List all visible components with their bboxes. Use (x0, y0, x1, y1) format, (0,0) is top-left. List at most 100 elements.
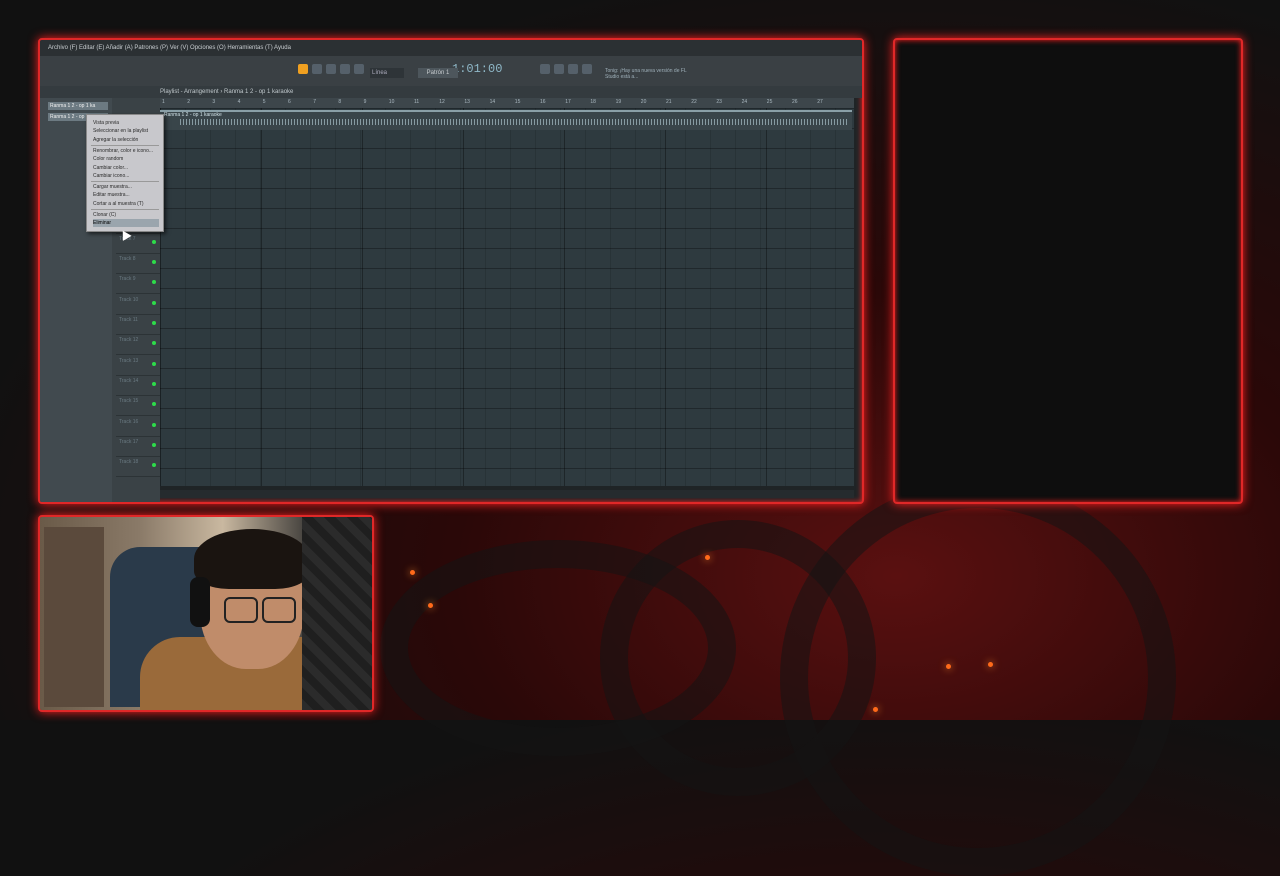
ruler-bar-number: 21 (666, 99, 672, 105)
track-header[interactable]: Track 17 (116, 437, 160, 457)
ruler-bar-number: 11 (414, 99, 420, 105)
track-header[interactable]: Track 12 (116, 335, 160, 356)
track-enable-led[interactable] (152, 260, 156, 265)
track-enable-led[interactable] (152, 239, 156, 244)
track-enable-led[interactable] (152, 381, 156, 386)
browser-icon[interactable] (582, 64, 592, 74)
ruler-bar-number: 20 (640, 99, 647, 105)
piano-roll-icon[interactable] (568, 64, 578, 74)
track-label: Track 8 (119, 256, 136, 263)
ember-particle (988, 662, 993, 667)
stop-button[interactable] (326, 64, 336, 74)
context-menu-item[interactable]: Clonar (C) (93, 211, 159, 219)
context-menu-item[interactable]: Cambiar color... (93, 164, 159, 172)
track-enable-led[interactable] (152, 361, 156, 366)
ruler-bar-number: 25 (766, 99, 773, 105)
ruler-bar-number: 24 (741, 99, 748, 105)
track-enable-led[interactable] (152, 300, 156, 305)
ruler-bar-number: 7 (313, 99, 316, 105)
person-hair (194, 529, 310, 589)
side-panel-frame (893, 38, 1243, 504)
background-swirl (380, 540, 736, 756)
track-label: Track 17 (119, 438, 139, 445)
picker-item[interactable]: Ranma 1 2 - op 1 ka (48, 102, 108, 110)
ruler-bar-number: 22 (691, 99, 697, 105)
channel-rack-icon[interactable] (554, 64, 564, 74)
ruler-bar-number: 2 (187, 99, 190, 105)
track-header[interactable]: Track 10 (116, 295, 160, 315)
metronome-icon[interactable] (354, 64, 364, 74)
ember-particle (428, 603, 433, 608)
context-menu-item[interactable]: Editar muestra... (93, 191, 159, 199)
ruler-bar-number: 18 (590, 99, 596, 105)
context-menu-item[interactable]: Agregar la selección (93, 136, 159, 144)
ruler-bar-number: 5 (262, 99, 266, 105)
track-label: Track 18 (119, 459, 139, 466)
clip-label: Ranma 1 2 - op 1 karaoke (164, 112, 222, 118)
menu-bar[interactable]: Archivo (F) Editar (E) Añadir (A) Patron… (40, 40, 862, 56)
ruler-bar-number: 4 (237, 99, 241, 105)
ruler-bar-number: 15 (514, 99, 521, 105)
track-label: Track 12 (119, 337, 139, 344)
track-label: Track 13 (119, 357, 139, 364)
track-header[interactable]: Track 16 (116, 417, 160, 437)
track-header[interactable]: Track 15 (116, 396, 160, 417)
track-label: Track 16 (119, 418, 139, 425)
track-header[interactable]: Track 13 (116, 356, 160, 376)
track-label: Track 9 (119, 276, 136, 283)
track-header[interactable]: Track 9 (116, 274, 160, 295)
track-enable-led[interactable] (152, 280, 156, 285)
track-label: Track 15 (119, 398, 139, 405)
track-enable-led[interactable] (152, 463, 156, 468)
track-header[interactable]: Track 11 (116, 315, 160, 335)
track-enable-led[interactable] (152, 321, 156, 325)
mixer-icon[interactable] (540, 64, 550, 74)
horizontal-scrollbar[interactable] (160, 490, 854, 498)
menu-separator (91, 209, 159, 210)
ruler-bar-number: 3 (212, 99, 216, 105)
context-menu-item[interactable]: Cortar a al muestra (T) (93, 200, 159, 208)
menu-separator (91, 181, 159, 183)
track-label: Track 11 (119, 317, 138, 323)
waveform (180, 119, 848, 125)
context-menu-item[interactable]: Color random (93, 155, 159, 163)
track-header[interactable]: Track 8 (116, 254, 160, 275)
song-position-readout: 1:01:00 (452, 62, 503, 76)
ruler-bar-number: 13 (464, 99, 470, 105)
playlist-title: Playlist - Arrangement › Ranma 1 2 - op … (40, 86, 862, 98)
track-enable-led[interactable] (152, 422, 156, 427)
context-menu-item[interactable]: Seleccionar en la playlist (93, 127, 159, 135)
context-menu-item[interactable]: Vista previa (93, 119, 159, 127)
play-button[interactable] (312, 64, 322, 74)
ruler-bar-number: 23 (716, 99, 722, 105)
track-header[interactable]: Track 18 (116, 457, 160, 478)
ember-particle (873, 707, 878, 712)
audio-clip[interactable]: Ranma 1 2 - op 1 karaoke (160, 110, 852, 130)
context-menu-item[interactable]: Cargar muestra... (93, 183, 159, 191)
glasses (262, 597, 296, 623)
context-menu-item[interactable]: Cambiar icono... (93, 172, 159, 180)
ruler-bar-number: 10 (388, 99, 395, 105)
ember-particle (946, 664, 951, 669)
ember-particle (410, 570, 415, 575)
playlist-grid[interactable] (160, 108, 854, 486)
pattern-selector[interactable]: Patrón 1 (418, 68, 458, 78)
track-header[interactable]: Track 14 (116, 376, 160, 396)
track-enable-led[interactable] (152, 402, 156, 407)
ruler-bar-number: 14 (489, 99, 496, 105)
menu-separator (91, 144, 159, 146)
pattern-song-toggle[interactable] (298, 64, 308, 74)
context-menu-item[interactable]: Renombrar, color e icono... (93, 147, 159, 155)
track-label: Track 10 (119, 296, 139, 303)
ruler-bar-number: 16 (540, 99, 546, 105)
ruler-bar-number: 6 (288, 99, 291, 105)
context-menu-item[interactable]: Eliminar (93, 219, 159, 228)
shelf (44, 527, 104, 707)
ruler-bar-number: 1 (162, 99, 165, 105)
snap-select[interactable]: Línea (370, 68, 404, 78)
ruler-bar-number: 12 (439, 99, 445, 105)
track-enable-led[interactable] (152, 442, 156, 447)
track-enable-led[interactable] (152, 341, 156, 346)
record-button[interactable] (340, 64, 350, 74)
hint-panel: Tonig: ¡Hay una nueva versión de FL Stud… (605, 68, 687, 80)
